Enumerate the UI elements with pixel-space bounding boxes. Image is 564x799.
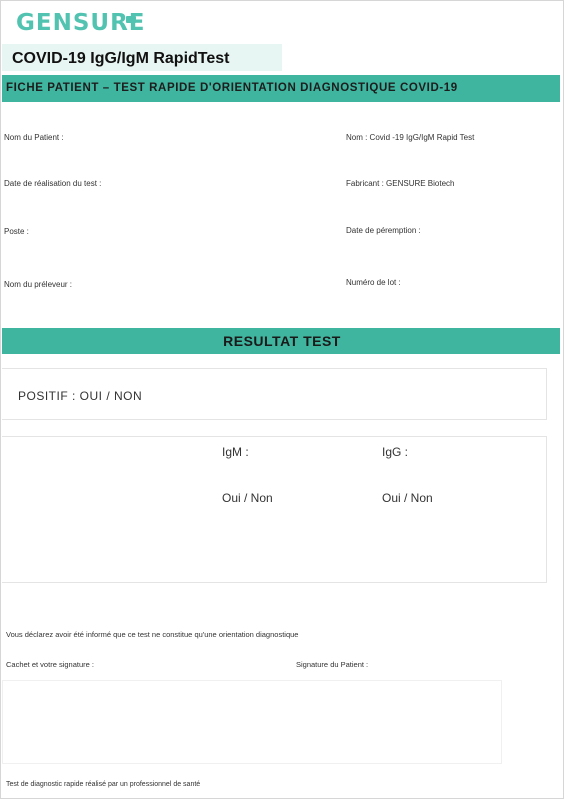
result-title: RESULTAT TEST <box>223 333 341 349</box>
product-title: COVID-19 IgG/IgM RapidTest <box>12 50 230 67</box>
igg-label: IgG : <box>382 445 409 459</box>
igm-value: Oui / Non <box>222 491 273 505</box>
antibody-box <box>2 436 547 583</box>
footer-note: Test de diagnostic rapide réalisé par un… <box>6 781 201 788</box>
field-sampler-name: Nom du préleveur : <box>4 280 73 289</box>
field-expiry-date: Date de péremption : <box>346 226 421 235</box>
stamp-signature-label: Cachet et votre signature : <box>6 660 94 669</box>
form-title: FICHE PATIENT – TEST RAPIDE D'ORIENTATIO… <box>6 82 458 94</box>
igm-label: IgM : <box>222 445 249 459</box>
patient-signature-label: Signature du Patient : <box>296 660 369 669</box>
field-test-name: Nom : Covid -19 IgG/IgM Rapid Test <box>346 133 475 142</box>
brand-logo: GENSURE <box>16 10 146 36</box>
igg-value: Oui / Non <box>382 491 433 505</box>
field-manufacturer: Fabricant : GENSURE Biotech <box>346 179 455 188</box>
trademark-icon <box>126 16 136 23</box>
field-post: Poste : <box>4 227 29 236</box>
signature-area <box>2 680 502 764</box>
field-lot-number: Numéro de lot : <box>346 278 401 287</box>
positive-label: POSITIF : OUI / NON <box>18 389 143 403</box>
field-patient-name: Nom du Patient : <box>4 133 64 142</box>
information-note: Vous déclarez avoir été informé que ce t… <box>6 630 299 639</box>
field-test-date: Date de réalisation du test : <box>4 179 102 188</box>
